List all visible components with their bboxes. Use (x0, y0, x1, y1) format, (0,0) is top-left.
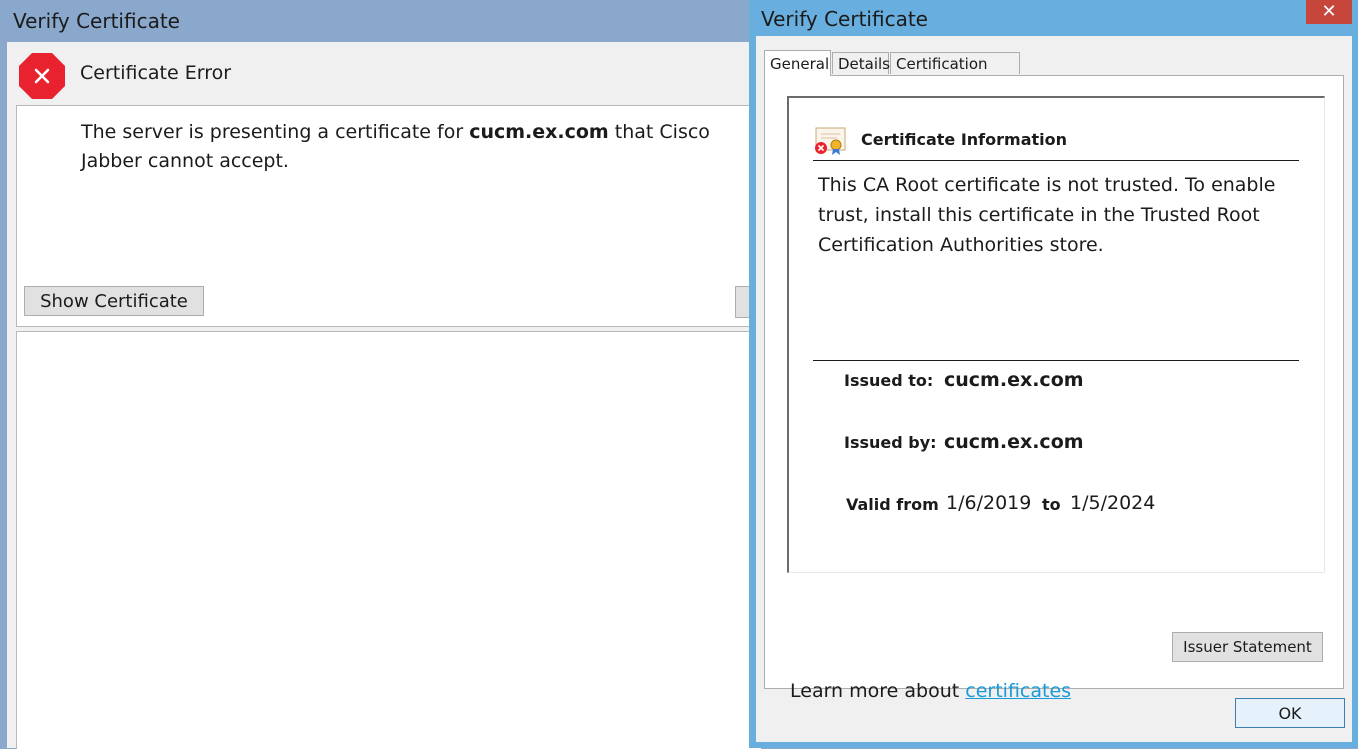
background-dialog-title: Verify Certificate (13, 9, 180, 33)
ok-button[interactable]: OK (1235, 698, 1345, 728)
close-button[interactable]: ✕ (1306, 0, 1352, 24)
learn-more-text: Learn more about certificates (790, 680, 1071, 702)
valid-to-label: to (1042, 495, 1061, 514)
issued-to-value: cucm.ex.com (944, 369, 1084, 391)
certificate-information-box: Certificate Information This CA Root cer… (787, 96, 1325, 573)
error-message: The server is presenting a certificate f… (81, 118, 771, 176)
background-dialog: Verify Certificate Certificate Error The… (0, 0, 776, 749)
details-panel (16, 331, 761, 749)
message-prefix: The server is presenting a certificate f… (81, 121, 470, 143)
close-icon: ✕ (1321, 1, 1337, 22)
trust-status-text: This CA Root certificate is not trusted.… (818, 174, 1276, 256)
divider (813, 360, 1299, 361)
certificates-link[interactable]: certificates (965, 680, 1071, 702)
certificate-dialog-title: Verify Certificate (761, 7, 928, 31)
certificate-error-icon (815, 127, 846, 155)
certificate-error-heading: Certificate Error (80, 62, 232, 84)
show-certificate-button[interactable]: Show Certificate (24, 286, 204, 316)
message-panel: The server is presenting a certificate f… (16, 105, 776, 327)
certificate-dialog: Verify Certificate ✕ General Details Cer… (749, 0, 1358, 748)
error-octagon-icon (19, 53, 65, 99)
certificate-dialog-body: General Details Certification Path Certi… (756, 36, 1352, 742)
message-host: cucm.ex.com (469, 121, 609, 143)
issued-by-label: Issued by: (844, 433, 937, 452)
valid-from-label: Valid from (846, 495, 939, 514)
issued-by-value: cucm.ex.com (944, 431, 1084, 453)
tab-certification-path[interactable]: Certification Path (890, 52, 1020, 95)
valid-to-value: 1/5/2024 (1070, 492, 1156, 514)
issued-to-label: Issued to: (844, 371, 934, 390)
valid-from-value: 1/6/2019 (946, 492, 1032, 514)
learn-more-prefix: Learn more about (790, 680, 966, 702)
divider (813, 160, 1299, 161)
certificate-information-heading: Certificate Information (861, 130, 1067, 149)
issuer-statement-button[interactable]: Issuer Statement (1172, 632, 1323, 662)
tab-general[interactable]: General (764, 50, 831, 76)
general-tab-page: Certificate Information This CA Root cer… (764, 75, 1344, 702)
tab-details[interactable]: Details (832, 52, 890, 74)
